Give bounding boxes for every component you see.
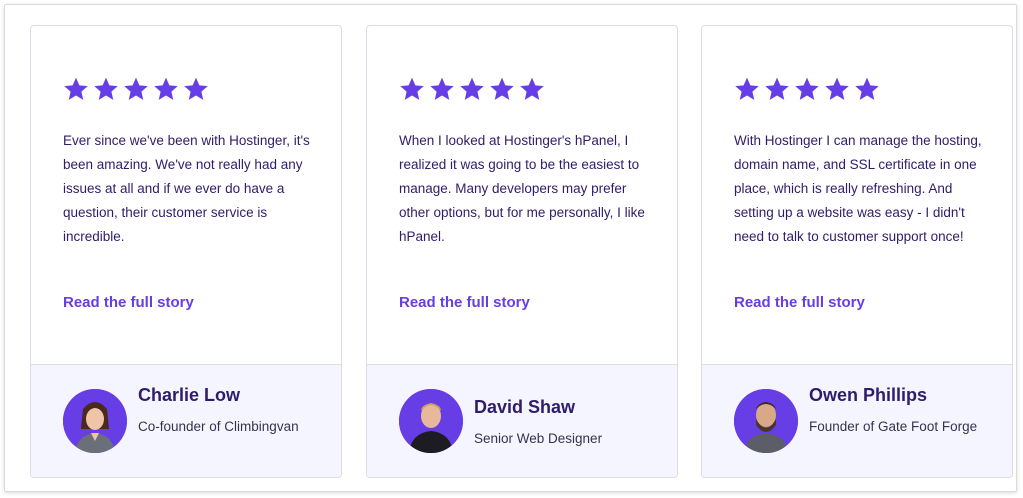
avatar <box>734 389 798 453</box>
author-info: Charlie Low Co-founder of Climbingvan <box>138 383 328 439</box>
star-icon <box>519 76 545 102</box>
author-info: Owen Phillips Founder of Gate Foot Forge <box>809 383 999 439</box>
star-rating <box>399 76 545 102</box>
testimonial-quote: When I looked at Hostinger's hPanel, I r… <box>399 133 645 244</box>
avatar <box>399 389 463 453</box>
author-info: David Shaw Senior Web Designer <box>474 395 664 451</box>
testimonial-card: Ever since we've been with Hostinger, it… <box>30 25 342 478</box>
read-full-story-link[interactable]: Read the full story <box>63 294 194 311</box>
star-rating <box>63 76 209 102</box>
author-role: Co-founder of Climbingvan <box>138 419 299 434</box>
testimonial-quote: With Hostinger I can manage the hosting,… <box>734 133 982 244</box>
read-full-story-link[interactable]: Read the full story <box>734 294 865 311</box>
star-icon <box>854 76 880 102</box>
avatar <box>63 389 127 453</box>
star-rating <box>734 76 880 102</box>
author-name: Charlie Low <box>138 385 241 405</box>
star-icon <box>489 76 515 102</box>
star-icon <box>63 76 89 102</box>
testimonial-author: David Shaw Senior Web Designer <box>367 364 677 477</box>
star-icon <box>764 76 790 102</box>
testimonial-author: Charlie Low Co-founder of Climbingvan <box>31 364 341 477</box>
testimonial-card: With Hostinger I can manage the hosting,… <box>701 25 1013 478</box>
author-role: Senior Web Designer <box>474 431 603 446</box>
testimonial-author: Owen Phillips Founder of Gate Foot Forge <box>702 364 1012 477</box>
star-icon <box>123 76 149 102</box>
star-icon <box>399 76 425 102</box>
star-icon <box>459 76 485 102</box>
testimonial-card: When I looked at Hostinger's hPanel, I r… <box>366 25 678 478</box>
author-role: Founder of Gate Foot Forge <box>809 419 978 434</box>
star-icon <box>824 76 850 102</box>
author-name: Owen Phillips <box>809 385 928 405</box>
testimonials-section: Ever since we've been with Hostinger, it… <box>4 4 1017 492</box>
testimonial-quote: Ever since we've been with Hostinger, it… <box>63 133 310 244</box>
read-full-story-link[interactable]: Read the full story <box>399 294 530 311</box>
star-icon <box>183 76 209 102</box>
star-icon <box>153 76 179 102</box>
star-icon <box>93 76 119 102</box>
star-icon <box>794 76 820 102</box>
star-icon <box>734 76 760 102</box>
author-name: David Shaw <box>474 397 576 417</box>
star-icon <box>429 76 455 102</box>
